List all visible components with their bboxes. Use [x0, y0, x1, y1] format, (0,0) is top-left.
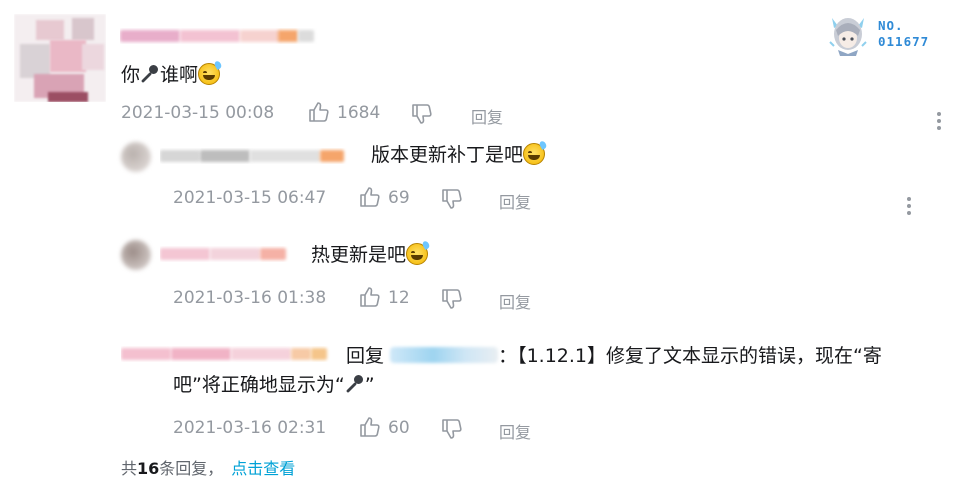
mention-username[interactable]: [390, 347, 499, 363]
comment-text: 你谁啊: [121, 60, 223, 88]
fan-badge: NO. 011677: [824, 12, 944, 58]
like-button[interactable]: [358, 285, 382, 309]
reply-text: 热更新是吧: [311, 240, 431, 268]
reply-button[interactable]: 回复: [499, 189, 531, 213]
like-count: 69: [388, 188, 410, 208]
sweat-smile-emoji: [198, 60, 223, 85]
sweat-smile-emoji: [523, 140, 548, 165]
view-all-replies-link[interactable]: 点击查看: [231, 459, 295, 478]
like-button[interactable]: [358, 185, 382, 209]
microphone-icon: [345, 374, 365, 394]
like-icon: [360, 417, 380, 437]
reply-text: 回复 ：【1.12.1】修复了文本显示的错误，现在“寄: [346, 345, 882, 367]
avatar[interactable]: [14, 14, 106, 102]
reply-prefix: 回复: [346, 345, 385, 367]
like-button[interactable]: [307, 100, 331, 124]
like-icon: [360, 187, 380, 207]
badge-character-icon: [828, 12, 868, 56]
microphone-icon: [140, 64, 160, 84]
like-count: 1684: [337, 103, 381, 123]
reply-text-line2: 吧”将正确地显示为“”: [173, 374, 375, 396]
reply-button[interactable]: 回复: [499, 289, 531, 313]
username[interactable]: [160, 148, 350, 164]
like-button[interactable]: [358, 415, 382, 439]
avatar[interactable]: [121, 142, 151, 172]
dislike-icon: [442, 289, 462, 309]
username[interactable]: [121, 346, 331, 362]
badge-number: NO. 011677: [878, 18, 930, 49]
dislike-button[interactable]: [410, 102, 434, 126]
dislike-button[interactable]: [440, 287, 464, 311]
like-count: 60: [388, 418, 410, 438]
reply-text: 版本更新补丁是吧: [371, 140, 548, 168]
avatar[interactable]: [121, 240, 151, 270]
sweat-smile-emoji: [406, 240, 431, 265]
dislike-button[interactable]: [440, 187, 464, 211]
like-icon: [360, 287, 380, 307]
reply-date: 2021-03-16 02:31: [173, 418, 327, 438]
reply-button[interactable]: 回复: [499, 419, 531, 443]
more-icon[interactable]: [936, 112, 942, 133]
more-icon[interactable]: [906, 197, 912, 218]
dislike-icon: [412, 104, 432, 124]
username[interactable]: [160, 246, 290, 262]
reply-button[interactable]: 回复: [471, 104, 503, 128]
like-icon: [309, 102, 329, 122]
comment-date: 2021-03-15 00:08: [121, 103, 275, 123]
replies-summary: 共16条回复， 点击查看: [121, 459, 296, 478]
reply-date: 2021-03-15 06:47: [173, 188, 327, 208]
like-count: 12: [388, 288, 410, 308]
dislike-icon: [442, 189, 462, 209]
dislike-icon: [442, 419, 462, 439]
reply-count: 16: [137, 459, 160, 478]
reply-date: 2021-03-16 01:38: [173, 288, 327, 308]
dislike-button[interactable]: [440, 417, 464, 441]
username[interactable]: [120, 28, 320, 44]
